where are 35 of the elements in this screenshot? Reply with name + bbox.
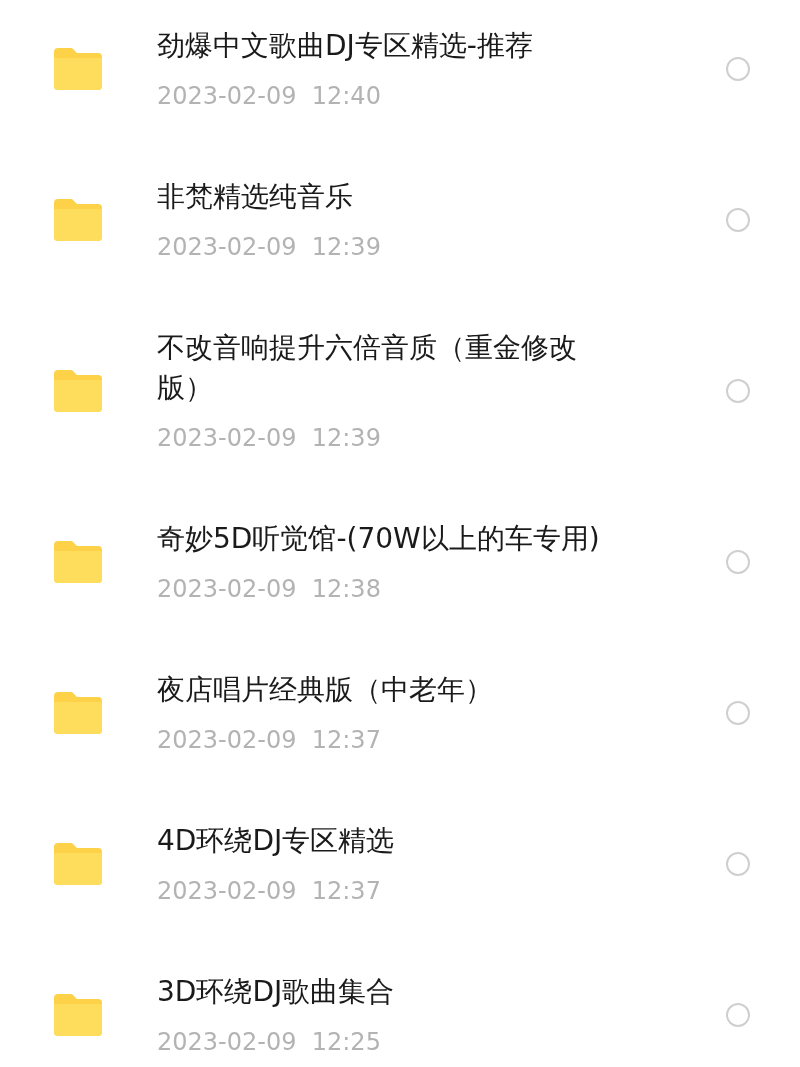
modified-date: 2023-02-09 12:37 (157, 725, 382, 756)
folder-row[interactable]: 奇妙5D听觉馆-(70W以上的车专用) 2023-02-09 12:38 (0, 493, 800, 644)
folder-row[interactable]: 夜店唱片经典版（中老年） 2023-02-09 12:37 (0, 644, 800, 795)
select-radio[interactable] (726, 1003, 750, 1027)
folder-icon (54, 370, 102, 412)
folder-name: 不改音响提升六倍音质（重金修改版） (157, 330, 578, 406)
folder-icon (54, 48, 102, 90)
select-radio[interactable] (726, 379, 750, 403)
folder-icon (54, 843, 102, 885)
folder-name: 奇妙5D听觉馆-(70W以上的车专用) (157, 521, 601, 557)
folder-icon (54, 541, 102, 583)
modified-date: 2023-02-09 12:39 (157, 232, 382, 263)
modified-date: 2023-02-09 12:40 (157, 81, 382, 112)
folder-row[interactable]: 非梵精选纯音乐 2023-02-09 12:39 (0, 151, 800, 302)
select-radio[interactable] (726, 208, 750, 232)
select-radio[interactable] (726, 701, 750, 725)
folder-name: 4D环绕DJ专区精选 (157, 823, 396, 859)
folder-row[interactable]: 3D环绕DJ歌曲集合 2023-02-09 12:25 (0, 946, 800, 1067)
modified-date: 2023-02-09 12:37 (157, 876, 382, 907)
folder-icon (54, 199, 102, 241)
modified-date: 2023-02-09 12:25 (157, 1027, 382, 1058)
folder-icon (54, 692, 102, 734)
select-radio[interactable] (726, 550, 750, 574)
modified-date: 2023-02-09 12:39 (157, 423, 382, 454)
folder-name: 非梵精选纯音乐 (157, 179, 354, 215)
folder-name: 劲爆中文歌曲DJ专区精选-推荐 (157, 28, 534, 64)
select-radio[interactable] (726, 852, 750, 876)
modified-date: 2023-02-09 12:38 (157, 574, 382, 605)
select-radio[interactable] (726, 57, 750, 81)
folder-row[interactable]: 不改音响提升六倍音质（重金修改版） 2023-02-09 12:39 (0, 302, 800, 493)
folder-icon (54, 994, 102, 1036)
folder-name: 夜店唱片经典版（中老年） (157, 672, 494, 708)
folder-row[interactable]: 劲爆中文歌曲DJ专区精选-推荐 2023-02-09 12:40 (0, 0, 800, 151)
folder-name: 3D环绕DJ歌曲集合 (157, 974, 396, 1010)
folder-row[interactable]: 4D环绕DJ专区精选 2023-02-09 12:37 (0, 795, 800, 946)
